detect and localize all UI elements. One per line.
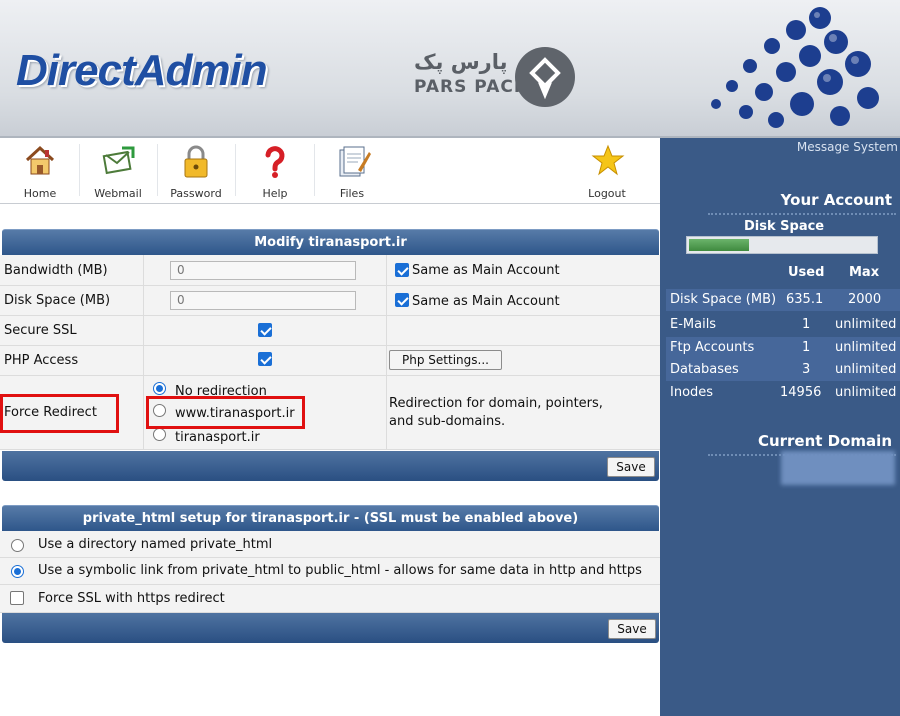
stat-row-inodes: Inodes 14956 unlimited [666,382,900,404]
secure-ssl-checkbox[interactable] [258,323,272,337]
redirect-description-line1: Redirection for domain, pointers, [389,396,603,411]
disk-space-input[interactable]: 0 [170,291,356,310]
stat-used: 3 [802,362,811,377]
password-lock-icon [184,145,208,178]
column-divider [386,255,387,450]
stat-label: Inodes [670,385,714,400]
bandwidth-input[interactable]: 0 [170,261,356,280]
home-icon [25,145,55,175]
private-html-title: private_html setup for tiranasport.ir - … [2,505,659,531]
column-divider [143,255,144,450]
toolbar-files[interactable]: Files [313,138,391,204]
decorative-dots-graphic [711,7,879,128]
stat-label: Disk Space (MB) [670,292,777,307]
www-option-highlight [146,396,305,429]
stat-used: 1 [802,317,811,332]
bandwidth-row: Bandwidth (MB) 0 Same as Main Account [0,255,660,286]
current-domain-redacted [781,451,895,485]
private-html-symlink-row: Use a symbolic link from private_html to… [0,558,660,585]
col-max-header: Max [849,265,880,280]
disk-same-checkbox[interactable] [395,293,409,307]
your-account-title: Your Account [780,191,892,209]
col-used-header: Used [788,265,825,280]
disk-usage-bar [686,236,878,254]
private-html-symlink-radio[interactable] [11,565,24,578]
modify-domain-title: Modify tiranasport.ir [2,229,659,255]
modify-panel-footer [2,451,659,481]
disk-usage-fill [689,239,749,251]
stat-max: unlimited [835,362,897,377]
account-sidebar: Message System Your Account Disk Space U… [660,138,900,716]
stat-row-disk: Disk Space (MB) 635.1 2000 [666,289,900,311]
logout-star-icon [591,144,625,176]
toolbar-home-label: Home [23,187,57,200]
redirect-none-radio[interactable] [153,382,166,395]
toolbar-logout-label: Logout [588,187,626,200]
main-toolbar: Home Webmail Password Help Files Logout [0,138,660,204]
redirect-description-line2: and sub-domains. [389,414,506,429]
disk-space-row: Disk Space (MB) 0 Same as Main Account [0,286,660,316]
header-banner: DirectAdmin پارس پک PARS PACK [0,0,900,138]
stat-max: unlimited [835,385,897,400]
stat-max: 2000 [848,292,882,307]
parspack-mark-icon [515,47,575,107]
private-html-symlink-label: Use a symbolic link from private_html to… [38,563,642,578]
disk-same-label: Same as Main Account [412,294,560,309]
toolbar-home[interactable]: Home [1,138,79,204]
stat-row-databases: Databases 3 unlimited [666,359,900,381]
toolbar-webmail-label: Webmail [94,187,142,200]
stat-row-emails: E-Mails 1 unlimited [666,314,900,336]
stat-used: 1 [802,340,811,355]
bandwidth-same-label: Same as Main Account [412,263,560,278]
current-domain-title: Current Domain [757,432,892,450]
stat-row-ftp: Ftp Accounts 1 unlimited [666,337,900,359]
divider [708,213,896,215]
stat-used: 635.1 [786,292,824,307]
stat-label: Ftp Accounts [670,340,755,355]
php-access-row: PHP Access Php Settings... [0,346,660,376]
private-html-dir-row: Use a directory named private_html [0,531,660,558]
stat-used: 14956 [780,385,822,400]
toolbar-webmail[interactable]: Webmail [79,138,157,204]
secure-ssl-row: Secure SSL [0,316,660,346]
modify-save-button[interactable]: Save [607,457,655,477]
private-html-save-button[interactable]: Save [608,619,656,639]
bandwidth-label: Bandwidth (MB) [4,263,108,278]
redirect-nonwww-radio[interactable] [153,428,166,441]
parspack-logo-en: PARS PACK [414,77,529,97]
toolbar-password-label: Password [170,187,222,200]
php-settings-button[interactable]: Php Settings... [389,350,502,370]
force-ssl-row: Force SSL with https redirect [0,585,660,613]
toolbar-help[interactable]: Help [236,138,314,204]
webmail-icon [102,146,135,175]
directadmin-page: DirectAdmin پارس پک PARS PACK Home Webma… [0,0,900,716]
parspack-logo: پارس پک PARS PACK [412,46,580,107]
php-access-checkbox[interactable] [258,352,272,366]
files-icon [339,146,371,177]
directadmin-logo[interactable]: DirectAdmin [16,46,268,96]
force-ssl-label: Force SSL with https redirect [38,591,225,606]
toolbar-logout[interactable]: Logout [568,138,646,204]
message-system-link[interactable]: Message System [797,140,898,154]
secure-ssl-label: Secure SSL [4,323,77,338]
php-access-label: PHP Access [4,353,79,368]
stat-max: unlimited [835,317,897,332]
stat-max: unlimited [835,340,897,355]
force-redirect-highlight [0,394,119,433]
private-html-dir-radio[interactable] [11,539,24,552]
redirect-nonwww-label: tiranasport.ir [175,430,260,445]
force-ssl-checkbox[interactable] [10,591,24,605]
toolbar-password[interactable]: Password [157,138,235,204]
toolbar-help-label: Help [262,187,288,200]
disk-space-heading: Disk Space [744,219,825,234]
parspack-logo-fa: پارس پک [414,50,508,74]
disk-space-label: Disk Space (MB) [4,293,111,308]
toolbar-files-label: Files [339,187,365,200]
stat-label: E-Mails [670,317,717,332]
private-html-footer [2,613,659,643]
bandwidth-same-checkbox[interactable] [395,263,409,277]
stat-label: Databases [670,362,739,377]
private-html-dir-label: Use a directory named private_html [38,537,273,552]
help-question-icon [265,146,285,178]
